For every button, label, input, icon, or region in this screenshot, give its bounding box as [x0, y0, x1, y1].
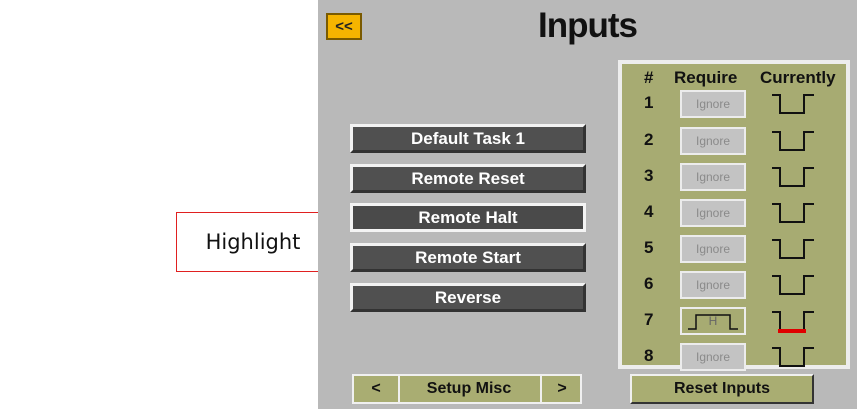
table-row: 1 Ignore [622, 88, 846, 124]
reset-inputs-button[interactable]: Reset Inputs [630, 374, 814, 404]
inputs-table: # Require Currently 1 Ignore 2 Ignore 3 … [618, 60, 850, 371]
table-row: 6 Ignore [622, 269, 846, 305]
input-number: 1 [644, 93, 654, 112]
column-header-currently: Currently [760, 68, 836, 87]
low-signal-icon [772, 203, 814, 223]
require-ignore-button[interactable]: Ignore [680, 127, 746, 155]
low-signal-icon [772, 275, 814, 295]
input-number: 5 [644, 238, 654, 257]
table-row: 8 Ignore [622, 341, 846, 377]
default-task-button[interactable]: Default Task 1 [350, 124, 586, 153]
inputs-screen: << Inputs Default Task 1 Remote Reset Re… [318, 0, 857, 409]
require-high-button[interactable]: H [680, 307, 746, 335]
column-header-require: Require [674, 68, 738, 87]
reverse-button[interactable]: Reverse [350, 283, 586, 312]
low-signal-mismatch-icon [772, 311, 814, 333]
remote-reset-button[interactable]: Remote Reset [350, 164, 586, 193]
require-ignore-button[interactable]: Ignore [680, 199, 746, 227]
low-signal-icon [772, 131, 814, 151]
require-ignore-button[interactable]: Ignore [680, 235, 746, 263]
require-high-label: H [708, 314, 718, 328]
setup-navigation: < Setup Misc > [352, 374, 582, 404]
input-number: 4 [644, 202, 654, 221]
table-row: 5 Ignore [622, 233, 846, 269]
remote-start-button[interactable]: Remote Start [350, 243, 586, 272]
setup-misc-label[interactable]: Setup Misc [398, 376, 540, 402]
require-ignore-button[interactable]: Ignore [680, 90, 746, 118]
page-title: Inputs [538, 6, 638, 45]
low-signal-icon [772, 239, 814, 259]
low-signal-icon [772, 94, 814, 114]
require-ignore-button[interactable]: Ignore [680, 271, 746, 299]
input-number: 8 [644, 346, 654, 365]
remote-halt-button[interactable]: Remote Halt [350, 203, 586, 232]
require-ignore-button[interactable]: Ignore [680, 343, 746, 371]
low-signal-icon [772, 347, 814, 367]
input-number: 6 [644, 274, 654, 293]
prev-page-button[interactable]: < [354, 376, 400, 402]
require-ignore-button[interactable]: Ignore [680, 163, 746, 191]
table-row: 3 Ignore [622, 161, 846, 197]
next-page-button[interactable]: > [540, 376, 582, 402]
column-header-number: # [644, 68, 654, 87]
table-row: 4 Ignore [622, 197, 846, 233]
highlight-callout-label: Highlight [205, 230, 301, 254]
input-number: 2 [644, 130, 654, 149]
table-row: 7 H [622, 305, 846, 341]
input-number: 7 [644, 310, 654, 329]
low-signal-icon [772, 167, 814, 187]
highlight-callout: Highlight [176, 212, 330, 272]
table-row: 2 Ignore [622, 125, 846, 161]
input-number: 3 [644, 166, 654, 185]
